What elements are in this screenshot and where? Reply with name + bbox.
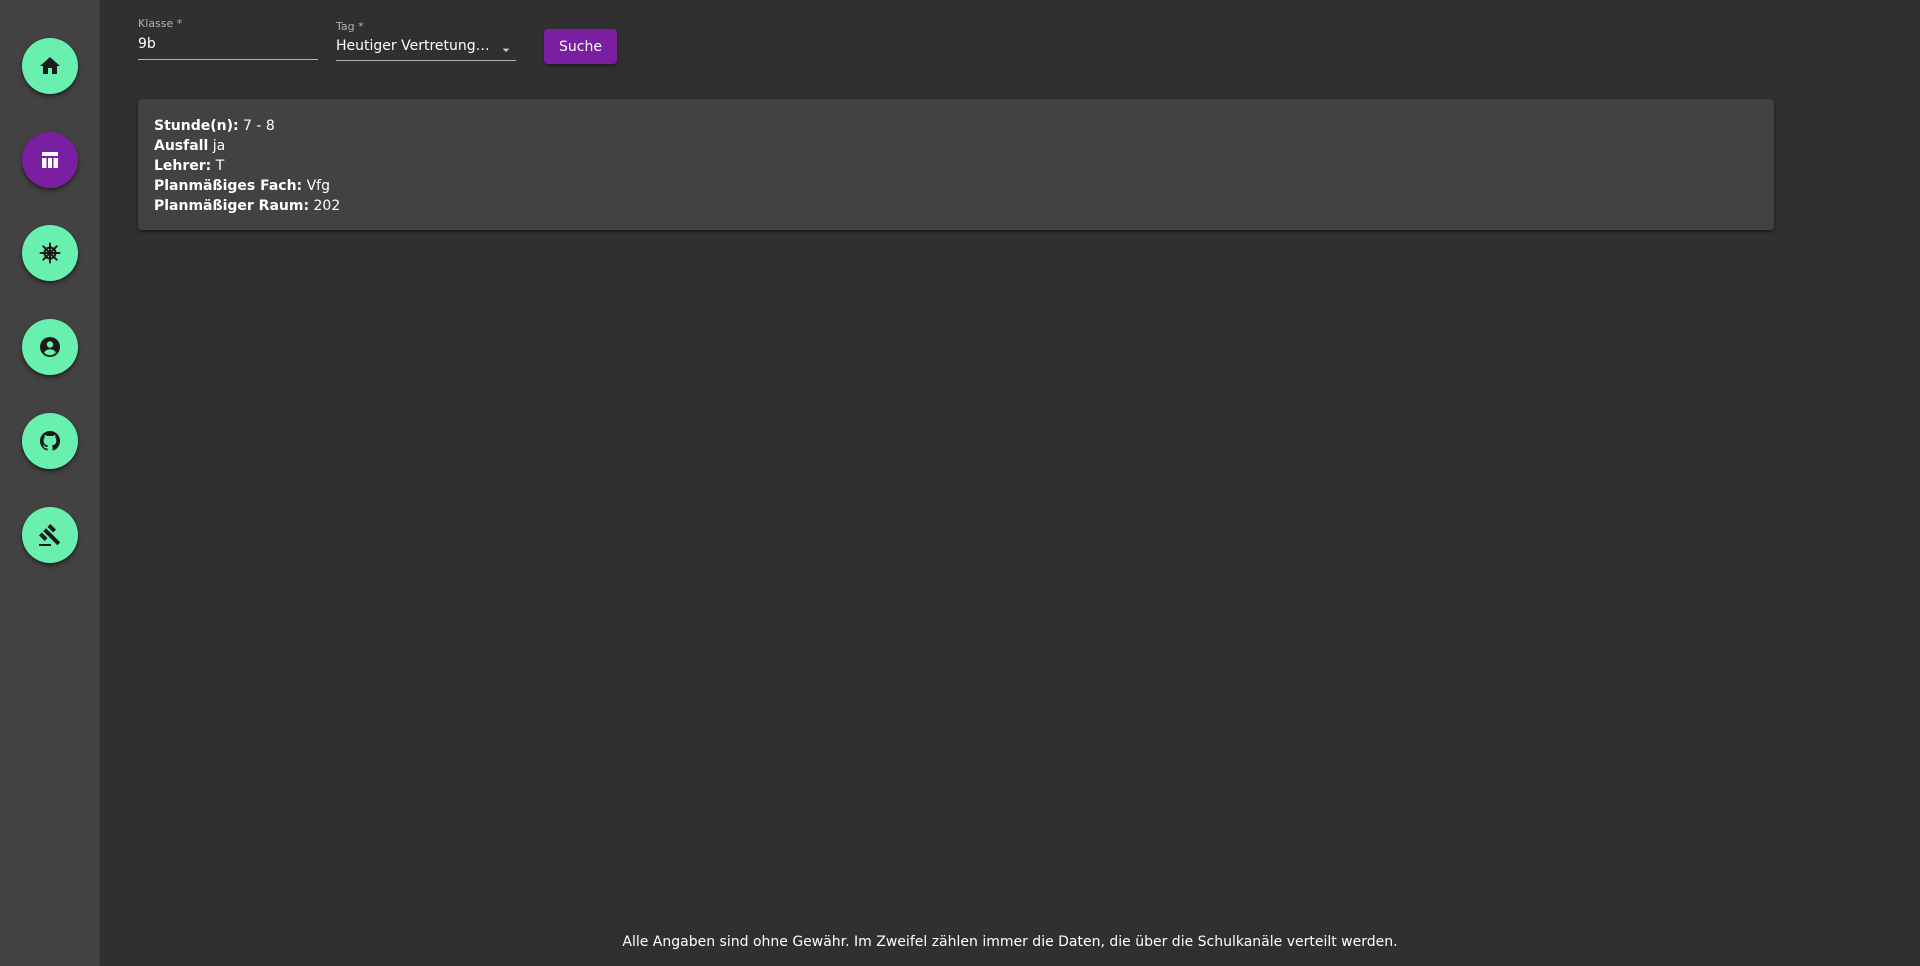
klasse-input[interactable]: 9b <box>138 36 314 52</box>
result-card: Stunde(n): 7 - 8 Ausfall ja Lehrer: T Pl… <box>138 99 1774 230</box>
ausfall-value: ja <box>208 138 226 154</box>
nav-home-button[interactable] <box>22 38 78 94</box>
main-content: Klasse * 9b Tag * Heutiger Vertretungspl… <box>100 0 1920 966</box>
result-raum: Planmäßiger Raum: 202 <box>154 196 1758 216</box>
klasse-underline <box>138 59 318 60</box>
raum-key: Planmäßiger Raum: <box>154 198 310 214</box>
disclaimer-footer: Alle Angaben sind ohne Gewähr. Im Zweife… <box>622 934 1398 950</box>
lehrer-key: Lehrer: <box>154 158 212 174</box>
table-icon <box>42 152 58 168</box>
nav-plan-button[interactable] <box>22 132 78 188</box>
result-lehrer: Lehrer: T <box>154 156 1758 176</box>
home-icon <box>40 57 60 74</box>
tag-label: Tag * <box>336 20 364 33</box>
klasse-label: Klasse * <box>138 17 183 30</box>
search-button[interactable]: Suche <box>544 29 617 64</box>
fach-key: Planmäßiges Fach: <box>154 178 303 194</box>
helm-icon <box>39 242 61 264</box>
account-circle-icon <box>40 337 60 357</box>
nav-account-button[interactable] <box>22 319 78 375</box>
nav-helm-button[interactable] <box>22 225 78 281</box>
lehrer-value: T <box>211 158 225 174</box>
tag-underline <box>336 60 516 61</box>
ausfall-key: Ausfall <box>154 138 209 154</box>
sidebar <box>0 0 100 966</box>
github-icon <box>39 430 61 451</box>
result-fach: Planmäßiges Fach: Vfg <box>154 176 1758 196</box>
klasse-field[interactable]: Klasse * 9b <box>138 17 318 61</box>
stunden-value: 7 - 8 <box>238 118 275 134</box>
nav-github-button[interactable] <box>22 413 78 469</box>
tag-selected-value[interactable]: Heutiger Vertretungsplan <box>336 38 492 54</box>
raum-value: 202 <box>309 198 341 214</box>
result-stunden: Stunde(n): 7 - 8 <box>154 116 1758 136</box>
dropdown-arrow-icon[interactable] <box>498 42 514 58</box>
nav-legal-button[interactable] <box>22 507 78 563</box>
stunden-key: Stunde(n): <box>154 118 239 134</box>
result-ausfall: Ausfall ja <box>154 136 1758 156</box>
gavel-icon <box>38 524 61 546</box>
tag-select[interactable]: Tag * Heutiger Vertretungsplan <box>336 20 516 62</box>
fach-value: Vfg <box>302 178 330 194</box>
